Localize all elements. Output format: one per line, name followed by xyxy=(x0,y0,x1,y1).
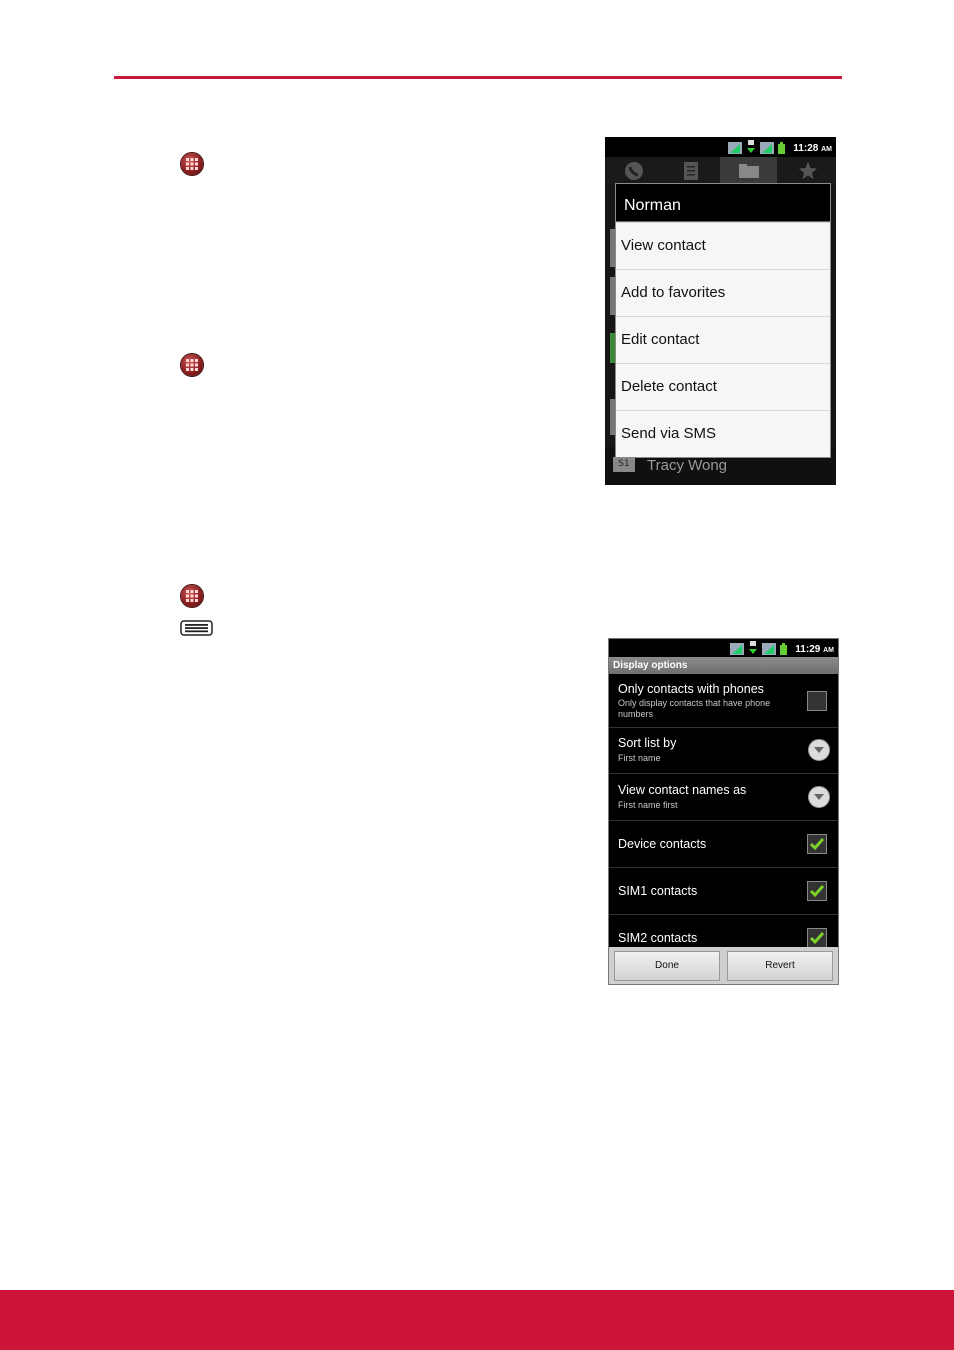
option-subtitle: Only display contacts that have phone nu… xyxy=(618,698,771,719)
menu-item-send-via-sms[interactable]: Send via SMS xyxy=(616,410,830,457)
menu-item-view-contact[interactable]: View contact xyxy=(616,222,830,269)
tab-favorites[interactable] xyxy=(779,157,836,185)
call-log-icon xyxy=(683,162,698,180)
apps-grid-icon xyxy=(181,153,203,175)
favorites-icon xyxy=(798,162,817,179)
sim-badge: S1 xyxy=(613,457,635,472)
status-bar: 11:28 AM xyxy=(605,137,836,157)
apps-grid-icon xyxy=(181,354,203,376)
tab-phone[interactable] xyxy=(605,157,662,185)
status-bar: 11:29 AM xyxy=(609,639,838,657)
option-sim2-contacts[interactable]: SIM2 contacts xyxy=(609,915,838,947)
header-rule xyxy=(114,76,842,79)
context-menu-title: Norman xyxy=(616,184,830,222)
option-subtitle: First name xyxy=(618,753,661,763)
option-subtitle: First name first xyxy=(618,800,678,810)
menu-item-add-to-favorites[interactable]: Add to favorites xyxy=(616,269,830,316)
option-title: Only contacts with phones xyxy=(618,682,764,696)
menu-item-edit-contact[interactable]: Edit contact xyxy=(616,316,830,363)
done-button[interactable]: Done xyxy=(614,951,720,981)
contact-name: Tracy Wong xyxy=(647,457,728,474)
battery-icon xyxy=(778,139,786,158)
option-sim1-contacts[interactable]: SIM1 contacts xyxy=(609,868,838,915)
sim2-contacts-checkbox[interactable] xyxy=(807,928,827,947)
revert-button[interactable]: Revert xyxy=(727,951,833,981)
option-device-contacts[interactable]: Device contacts xyxy=(609,821,838,868)
tab-call-log[interactable] xyxy=(662,157,719,185)
footer-band xyxy=(0,1290,954,1350)
status-time: 11:29 AM xyxy=(795,644,834,655)
phone-icon xyxy=(624,162,643,180)
sim1-signal-icon xyxy=(728,139,743,158)
option-title: Device contacts xyxy=(618,837,707,851)
device-contacts-checkbox[interactable] xyxy=(807,834,827,854)
usb-debug-icon xyxy=(746,139,756,158)
option-title: Sort list by xyxy=(618,736,677,750)
option-sort-list-by[interactable]: Sort list by First name xyxy=(609,727,838,774)
menu-item-delete-contact[interactable]: Delete contact xyxy=(616,363,830,410)
option-only-contacts-with-phones[interactable]: Only contacts with phones Only display c… xyxy=(609,675,838,728)
status-time: 11:28 AM xyxy=(793,143,832,154)
option-title: SIM1 contacts xyxy=(618,884,698,898)
chevron-down-icon[interactable] xyxy=(808,739,830,761)
contact-menu-screenshot: 11:28 AM S1 Tracy Wong Norman View conta… xyxy=(605,137,836,485)
tab-contacts[interactable] xyxy=(720,157,777,185)
option-title: SIM2 contacts xyxy=(618,931,698,945)
sim1-contacts-checkbox[interactable] xyxy=(807,881,827,901)
checkmark-icon xyxy=(809,838,825,851)
contacts-tab-bar xyxy=(605,157,836,185)
button-bar: Done Revert xyxy=(609,947,838,984)
contacts-icon xyxy=(738,164,759,178)
checkmark-icon xyxy=(809,885,825,898)
display-options-header: Display options xyxy=(609,657,838,674)
display-options-screenshot: 11:29 AM Display options Only contacts w… xyxy=(608,638,839,985)
menu-key-icon xyxy=(180,620,213,636)
chevron-down-icon[interactable] xyxy=(808,786,830,808)
option-title: View contact names as xyxy=(618,783,747,797)
only-phones-checkbox[interactable] xyxy=(807,691,827,711)
contact-context-menu: Norman View contact Add to favorites Edi… xyxy=(615,183,831,458)
apps-grid-icon xyxy=(181,585,203,607)
sim2-signal-icon xyxy=(760,139,775,158)
checkmark-icon xyxy=(809,932,825,945)
option-view-contact-names-as[interactable]: View contact names as First name first xyxy=(609,774,838,821)
